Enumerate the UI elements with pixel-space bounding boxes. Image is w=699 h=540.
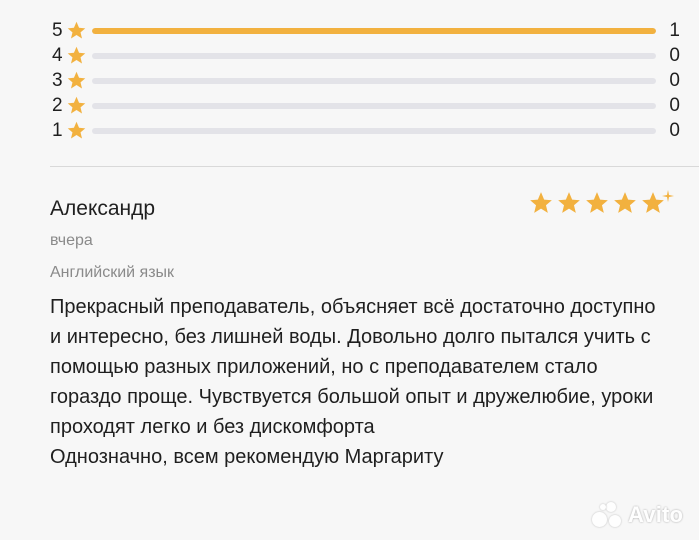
rating-count: 0 (669, 95, 680, 116)
rating-bar (92, 78, 656, 84)
rating-stars-label: 2 (52, 95, 63, 116)
rating-bar (92, 28, 656, 34)
rating-bar (92, 103, 656, 109)
rating-count: 0 (669, 45, 680, 66)
rating-bar (92, 128, 656, 134)
review-paragraph: Однозначно, всем рекомендую Маргариту (50, 446, 444, 468)
rating-stars-label: 4 (52, 45, 63, 66)
review-date: вчера (50, 232, 93, 249)
rating-breakdown: 5 1 4 0 3 0 2 0 1 0 (50, 18, 680, 143)
review-card: Александр вчера Английский язык Прекрасн… (50, 196, 690, 472)
star-icon (67, 121, 86, 139)
rating-stars-label: 1 (52, 120, 63, 141)
rating-bar (92, 53, 656, 59)
avito-watermark: Avito (592, 502, 683, 528)
rating-count: 0 (669, 70, 680, 91)
rating-row-4: 4 0 (50, 43, 680, 68)
star-icon (67, 71, 86, 89)
section-divider (50, 166, 699, 167)
star-icon (67, 46, 86, 64)
review-text: Прекрасный преподаватель, объясняет всё … (50, 292, 670, 472)
rating-row-5: 5 1 (50, 18, 680, 43)
rating-stars-label: 5 (52, 20, 63, 41)
rating-count: 0 (669, 120, 680, 141)
avito-logo-icon (592, 502, 622, 528)
rating-row-3: 3 0 (50, 68, 680, 93)
review-subject: Английский язык (50, 264, 175, 281)
rating-row-2: 2 0 (50, 93, 680, 118)
rating-count: 1 (669, 20, 680, 41)
star-icon (67, 96, 86, 114)
watermark-text: Avito (628, 502, 684, 527)
rating-stars-label: 3 (52, 70, 63, 91)
star-icon (67, 21, 86, 39)
review-author: Александр (50, 197, 156, 220)
review-paragraph: Прекрасный преподаватель, объясняет всё … (50, 296, 656, 438)
rating-bar-fill (92, 28, 656, 34)
rating-row-1: 1 0 (50, 118, 680, 143)
